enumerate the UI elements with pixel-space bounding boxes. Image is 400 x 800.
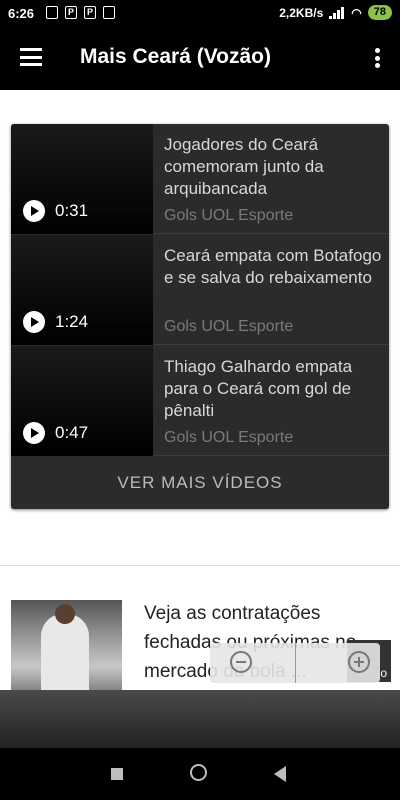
menu-icon[interactable] xyxy=(20,48,42,66)
recents-icon[interactable] xyxy=(111,768,123,780)
zoom-controls xyxy=(210,643,380,683)
screenshot-icon xyxy=(46,6,58,19)
notification-icons: P P xyxy=(46,6,115,19)
bottom-ad-bar xyxy=(0,690,400,748)
video-source: Gols UOL Esporte xyxy=(164,318,294,335)
play-icon[interactable] xyxy=(23,311,45,333)
video-list-card: 0:31 Jogadores do Ceará comemoram junto … xyxy=(11,124,389,509)
system-nav-bar xyxy=(0,748,400,800)
battery-badge: 78 xyxy=(367,5,392,20)
p-icon: P xyxy=(84,6,96,19)
video-title[interactable]: Thiago Galhardo empata para o Ceará com … xyxy=(164,356,384,422)
status-time: 6:26 xyxy=(8,6,35,21)
video-duration: 0:31 xyxy=(55,201,89,220)
gallery-icon xyxy=(103,6,115,19)
video-source: Gols UOL Esporte xyxy=(164,429,294,446)
more-videos-button[interactable]: VER MAIS VÍDEOS xyxy=(11,457,389,509)
video-source: Gols UOL Esporte xyxy=(164,207,294,224)
section-divider xyxy=(0,565,400,566)
home-icon[interactable] xyxy=(190,764,207,781)
news-thumbnail[interactable] xyxy=(11,600,122,695)
more-options-icon[interactable] xyxy=(374,48,380,68)
video-item[interactable]: 0:47 Thiago Galhardo empata para o Ceará… xyxy=(11,346,389,456)
video-thumbnail[interactable]: 0:31 xyxy=(11,124,153,234)
video-item[interactable]: 1:24 Ceará empata com Botafogo e se salv… xyxy=(11,235,389,345)
video-thumbnail[interactable]: 1:24 xyxy=(11,235,153,345)
wifi-icon: ◠ xyxy=(351,5,362,20)
play-icon[interactable] xyxy=(23,200,45,222)
status-bar: 6:26 P P 2,2KB/s ◠ 78 xyxy=(0,0,400,28)
p-icon: P xyxy=(65,6,77,19)
zoom-out-icon[interactable] xyxy=(230,651,252,673)
back-icon[interactable] xyxy=(274,766,286,782)
video-duration: 1:24 xyxy=(55,312,89,331)
play-icon[interactable] xyxy=(23,422,45,444)
video-duration: 0:47 xyxy=(55,423,89,442)
network-speed: 2,2KB/s xyxy=(279,5,324,20)
video-title[interactable]: Jogadores do Ceará comemoram junto da ar… xyxy=(164,134,384,200)
page-title: Mais Ceará (Vozão) xyxy=(80,45,271,68)
app-toolbar: Mais Ceará (Vozão) xyxy=(0,28,400,90)
signal-icon xyxy=(329,6,345,19)
video-thumbnail[interactable]: 0:47 xyxy=(11,346,153,456)
video-title[interactable]: Ceará empata com Botafogo e se salva do … xyxy=(164,245,384,289)
video-item[interactable]: 0:31 Jogadores do Ceará comemoram junto … xyxy=(11,124,389,234)
zoom-in-icon[interactable] xyxy=(348,651,370,673)
